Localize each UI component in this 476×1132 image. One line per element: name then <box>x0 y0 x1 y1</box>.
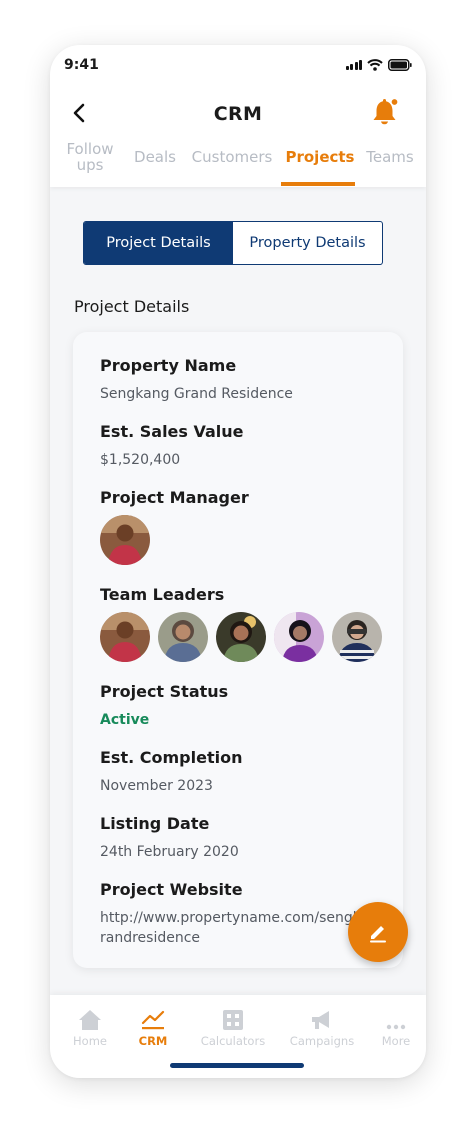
details-segmented-control: Project Details Property Details <box>83 221 383 265</box>
avatar[interactable] <box>274 612 324 662</box>
nav-home[interactable]: Home <box>55 1007 125 1048</box>
home-indicator <box>170 1063 304 1068</box>
sales-value-label: Est. Sales Value <box>100 422 244 441</box>
project-manager-field: Project Manager <box>100 488 249 565</box>
megaphone-icon <box>312 1011 329 1029</box>
active-tab-indicator <box>281 182 355 186</box>
nav-label: Campaigns <box>289 1034 355 1048</box>
property-details-toggle[interactable]: Property Details <box>233 222 382 264</box>
website-link[interactable]: http://www.propertyname.com/sengka randr… <box>100 908 370 948</box>
listing-date-label: Listing Date <box>100 814 210 833</box>
home-icon <box>79 1010 101 1030</box>
project-details-toggle[interactable]: Project Details <box>84 222 233 264</box>
nav-label: Home <box>73 1034 107 1048</box>
bottom-nav: Home CRM Calculators Campaigns More <box>50 995 426 1078</box>
team-leaders-label: Team Leaders <box>100 585 225 604</box>
bell-icon[interactable] <box>372 97 400 127</box>
completion-field: Est. Completion November 2023 <box>100 748 242 796</box>
property-name-label: Property Name <box>100 356 237 375</box>
completion-label: Est. Completion <box>100 748 243 767</box>
tab-customers[interactable]: Customers <box>190 149 274 165</box>
property-name-value: Sengkang Grand Residence <box>100 386 293 402</box>
nav-more[interactable]: More <box>361 1007 426 1048</box>
avatar[interactable] <box>216 612 266 662</box>
property-name-field: Property Name Sengkang Grand Residence <box>100 356 293 404</box>
signal-icon <box>345 60 362 70</box>
battery-icon <box>388 59 412 71</box>
project-manager-label: Project Manager <box>100 488 249 507</box>
listing-date-field: Listing Date 24th February 2020 <box>100 814 239 862</box>
status-time: 9:41 <box>64 57 99 73</box>
wifi-icon <box>367 59 383 71</box>
edit-button[interactable] <box>348 902 408 962</box>
page-title: CRM <box>213 103 263 125</box>
project-status-label: Project Status <box>100 682 229 701</box>
nav-crm[interactable]: CRM <box>118 1007 188 1048</box>
avatar[interactable] <box>100 515 150 565</box>
app-header: 9:41 CRM Follow ups Deals Customers Proj… <box>50 45 426 187</box>
sales-value-field: Est. Sales Value $1,520,400 <box>100 422 244 470</box>
nav-label: CRM <box>138 1034 168 1048</box>
team-leaders-avatars <box>100 612 382 662</box>
section-title: Project Details <box>74 297 190 316</box>
tab-teams[interactable]: Teams <box>364 149 416 165</box>
sales-value-value: $1,520,400 <box>100 452 181 468</box>
tab-deals[interactable]: Deals <box>130 149 180 165</box>
crm-tabs: Follow ups Deals Customers Projects Team… <box>50 137 426 187</box>
phone-frame: 9:41 CRM Follow ups Deals Customers Proj… <box>50 45 426 1078</box>
nav-campaigns[interactable]: Campaigns <box>287 1007 357 1048</box>
tab-follow-ups[interactable]: Follow ups <box>60 141 120 173</box>
status-icons <box>345 59 413 71</box>
website-label: Project Website <box>100 880 243 899</box>
website-link-line-2: randresidence <box>100 930 201 946</box>
more-icon <box>386 1024 406 1030</box>
team-leaders-field: Team Leaders <box>100 585 382 662</box>
status-badge: Active <box>100 712 150 728</box>
nav-label: More <box>381 1034 411 1048</box>
tab-projects[interactable]: Projects <box>283 149 357 165</box>
website-link-line-1: http://www.propertyname.com/sengka <box>100 910 370 926</box>
listing-date-value: 24th February 2020 <box>100 844 239 860</box>
completion-value: November 2023 <box>100 778 213 794</box>
avatar[interactable] <box>158 612 208 662</box>
nav-calculators[interactable]: Calculators <box>198 1007 268 1048</box>
project-status-field: Project Status Active <box>100 682 228 730</box>
project-manager-avatars <box>100 515 249 565</box>
trend-icon <box>141 1010 165 1030</box>
calculator-icon <box>223 1010 243 1030</box>
nav-label: Calculators <box>200 1034 266 1048</box>
avatar[interactable] <box>332 612 382 662</box>
website-field: Project Website http://www.propertyname.… <box>100 880 370 948</box>
project-details-card: Property Name Sengkang Grand Residence E… <box>73 332 403 968</box>
avatar[interactable] <box>100 612 150 662</box>
pencil-icon <box>370 926 386 943</box>
